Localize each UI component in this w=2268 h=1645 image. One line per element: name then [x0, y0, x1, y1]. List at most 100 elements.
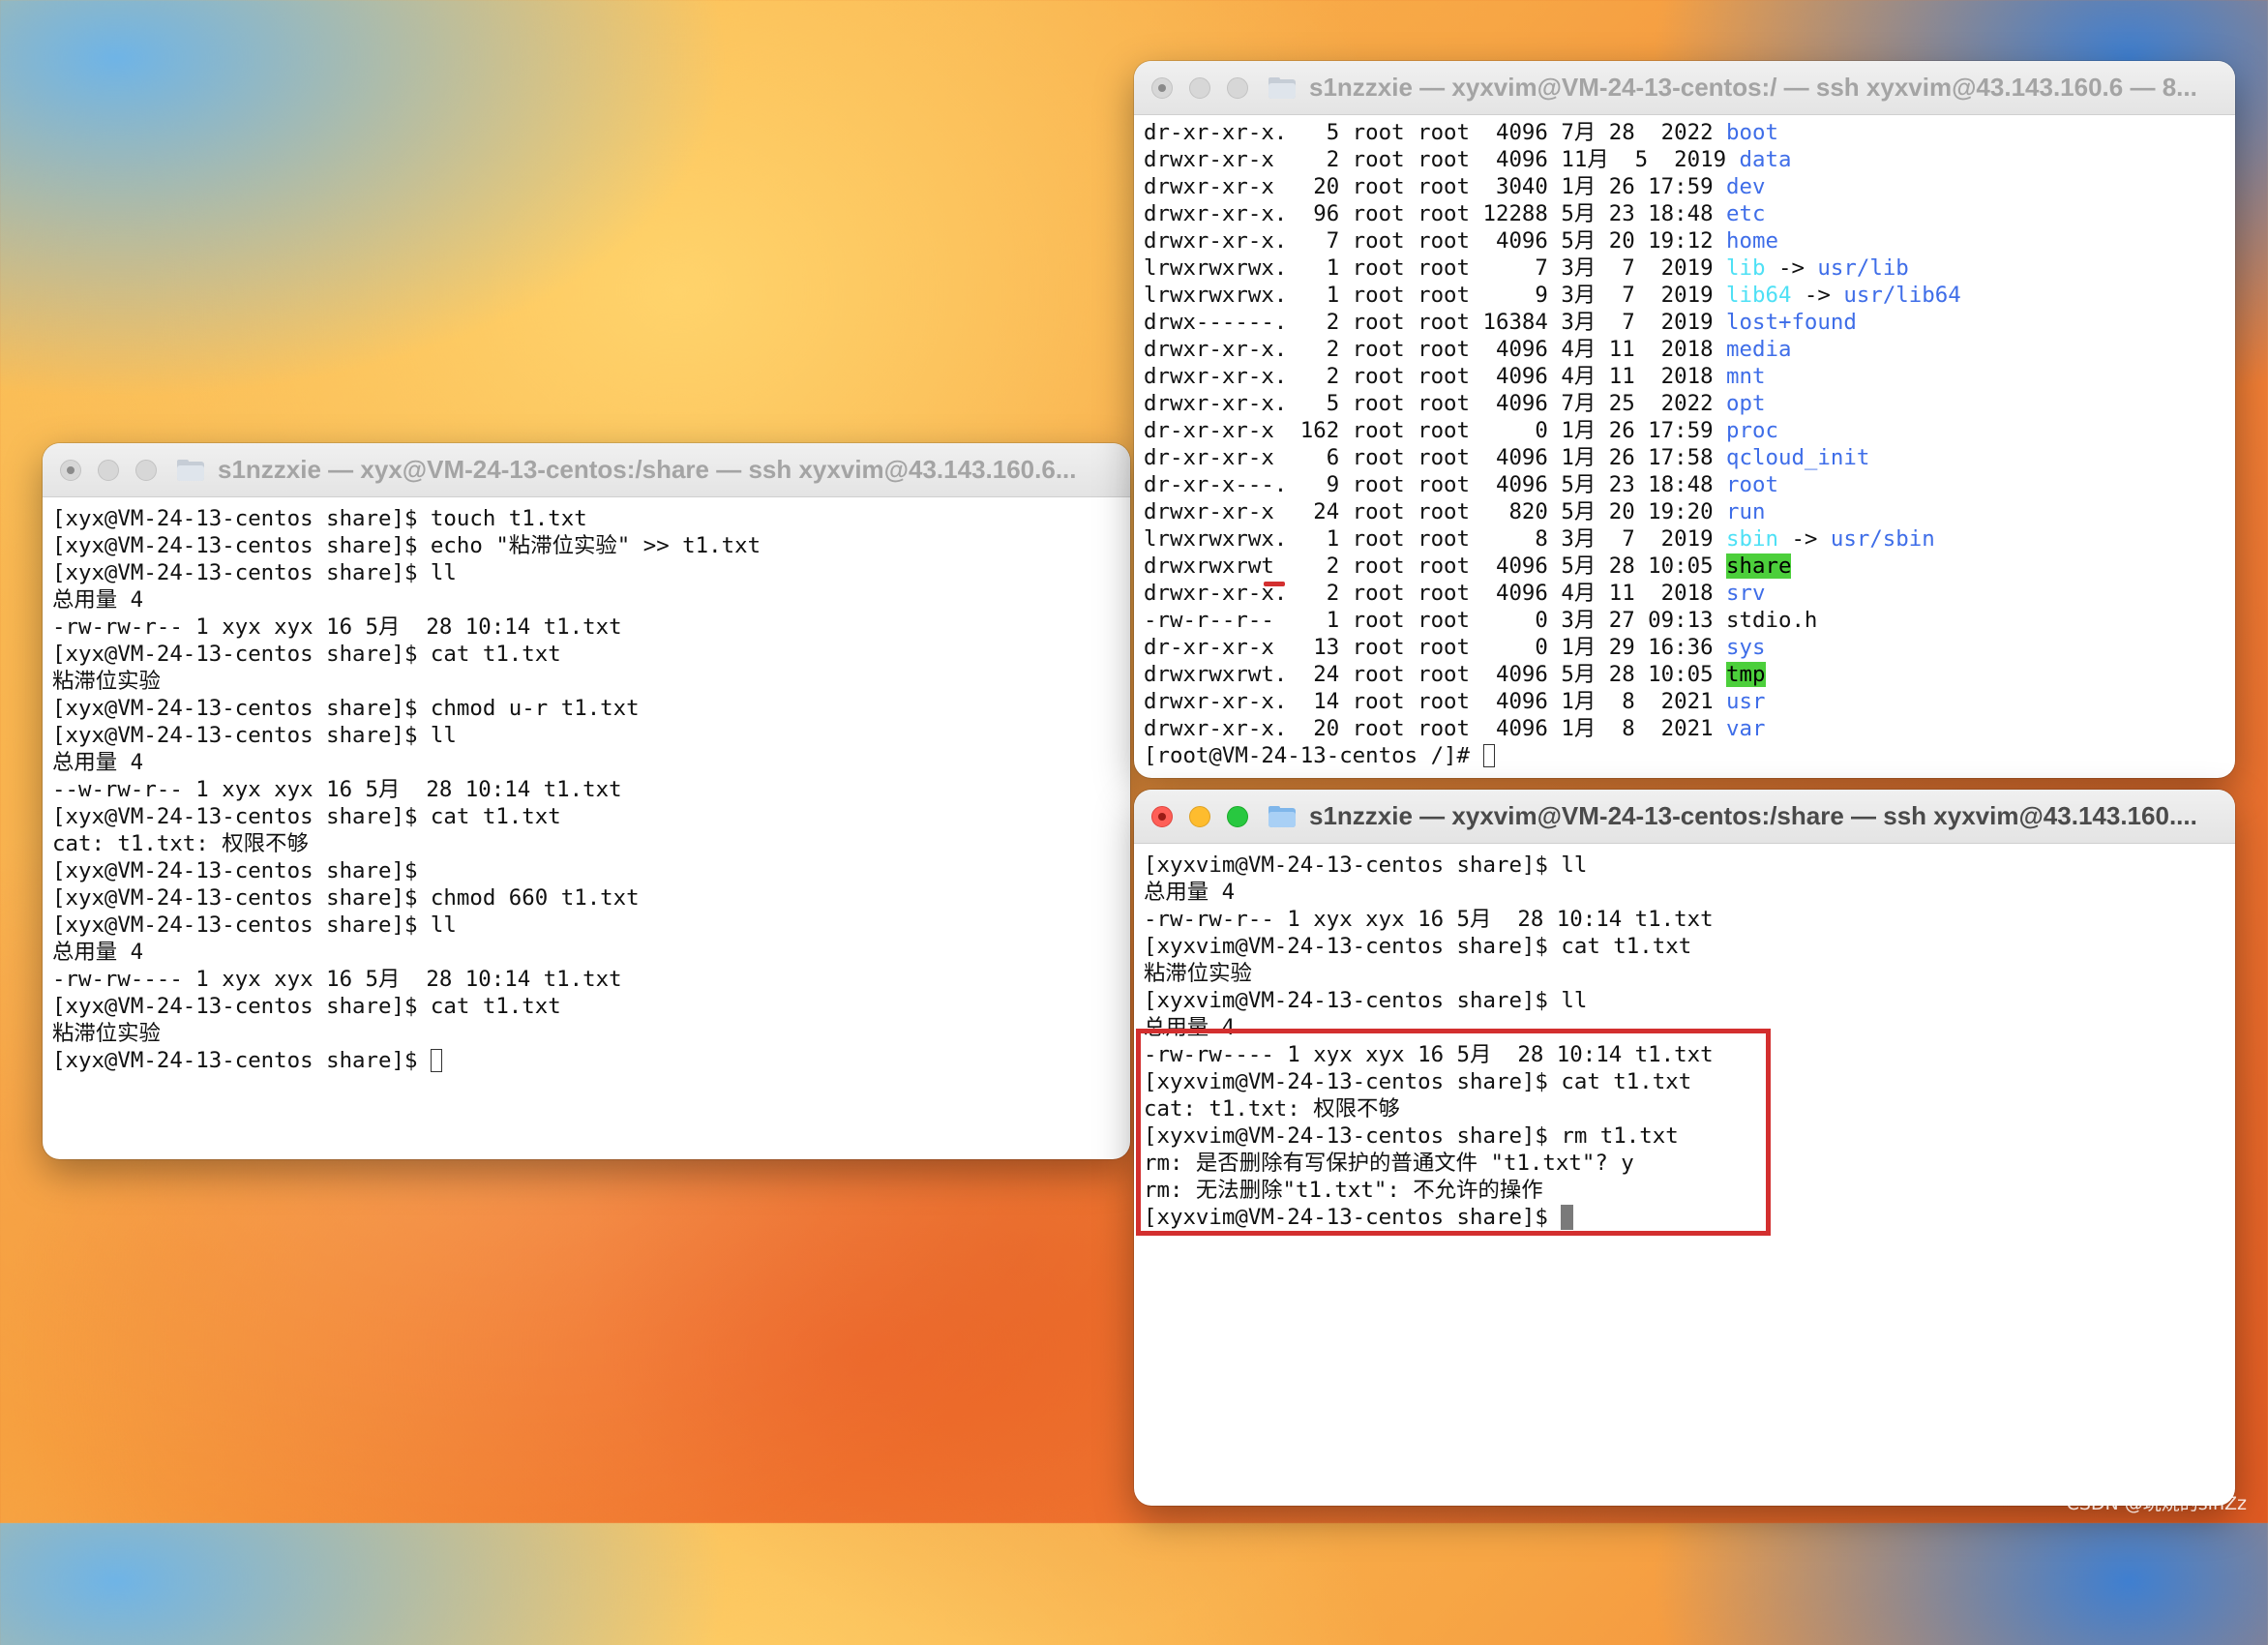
terminal-line: [xyx@VM-24-13-centos share]$ ll [52, 912, 457, 938]
terminal-line: -rw-rw-r-- 1 xyx xyx 16 5月 28 10:14 t1.t… [1144, 907, 1714, 932]
file-name: home [1726, 228, 1778, 254]
file-entry: dr-xr-xr-x. 5 root root 4096 7月 28 2022 … [1144, 119, 2235, 146]
file-metadata: drwxr-xr-x. 20 root root 4096 1月 8 2021 [1144, 716, 1727, 741]
window-title: s1nzzxie — xyxvim@VM-24-13-centos:/share… [1309, 801, 2197, 830]
file-metadata: drwxrwxrwt. 24 root root 4096 5月 28 10:0… [1144, 662, 1727, 687]
folder-icon [177, 459, 204, 481]
terminal-window-left[interactable]: s1nzzxie — xyx@VM-24-13-centos:/share — … [43, 443, 1130, 1159]
file-entry: drwxr-xr-x 24 root root 820 5月 20 19:20 … [1144, 498, 2235, 525]
file-entry: drwxr-xr-x 20 root root 3040 1月 26 17:59… [1144, 173, 2235, 200]
file-metadata: drwx------. 2 root root 16384 3月 7 2019 [1144, 310, 1727, 335]
titlebar[interactable]: s1nzzxie — xyx@VM-24-13-centos:/share — … [43, 443, 1130, 497]
file-name: srv [1726, 581, 1766, 606]
terminal-line: -rw-rw---- 1 xyx xyx 16 5月 28 10:14 t1.t… [52, 967, 622, 992]
file-metadata: dr-xr-xr-x 13 root root 0 1月 29 16:36 [1144, 635, 1727, 660]
file-metadata: dr-xr-x---. 9 root root 4096 5月 23 18:48 [1144, 472, 1727, 497]
file-entry: dr-xr-xr-x 162 root root 0 1月 26 17:59 p… [1144, 417, 2235, 444]
terminal-window-xyxvim[interactable]: s1nzzxie — xyxvim@VM-24-13-centos:/share… [1134, 790, 2235, 1506]
close-button[interactable] [1151, 76, 1173, 99]
terminal-line: --w-rw-r-- 1 xyx xyx 16 5月 28 10:14 t1.t… [52, 777, 622, 802]
zoom-button[interactable] [1227, 76, 1248, 99]
file-metadata: drwxr-xr-x 24 root root 820 5月 20 19:20 [1144, 499, 1727, 524]
terminal-output[interactable]: dr-xr-xr-x. 5 root root 4096 7月 28 2022 … [1134, 115, 2235, 769]
file-metadata: drwxr-xr-x. 96 root root 12288 5月 23 18:… [1144, 201, 1727, 226]
file-name: mnt [1726, 364, 1766, 389]
file-name: opt [1726, 391, 1766, 416]
close-button[interactable] [1151, 805, 1173, 827]
prompt-line[interactable]: [xyx@VM-24-13-centos share]$ [52, 1047, 1130, 1074]
terminal-line: [xyx@VM-24-13-centos share]$ chmod u-r t… [52, 696, 640, 721]
file-metadata: dr-xr-xr-x 6 root root 4096 1月 26 17:58 [1144, 445, 1727, 470]
shell-prompt: [root@VM-24-13-centos /]# [1144, 743, 1483, 768]
file-entry: drwxr-xr-x. 96 root root 12288 5月 23 18:… [1144, 200, 2235, 227]
terminal-line: [xyx@VM-24-13-centos share]$ [52, 858, 418, 883]
file-metadata: drwxr-xr-x. 14 root root 4096 1月 8 2021 [1144, 689, 1727, 714]
file-entry: drwxrwxrwt. 24 root root 4096 5月 28 10:0… [1144, 661, 2235, 688]
close-button[interactable] [60, 459, 81, 481]
file-name: dev [1726, 174, 1766, 199]
file-name: data [1739, 147, 1792, 172]
file-metadata: drwxr-xr-x 20 root root 3040 1月 26 17:59 [1144, 174, 1727, 199]
file-metadata: -rw-r--r-- 1 root root 0 3月 27 09:13 [1144, 608, 1727, 633]
file-entry: drwxr-xr-x. 2 root root 4096 4月 11 2018 … [1144, 580, 2235, 607]
file-metadata: lrwxrwxrwx. 1 root root 7 3月 7 2019 [1144, 255, 1727, 281]
link-target: usr/lib [1817, 255, 1909, 281]
terminal-line: [xyx@VM-24-13-centos share]$ ll [52, 723, 457, 748]
titlebar[interactable]: s1nzzxie — xyxvim@VM-24-13-centos:/share… [1134, 790, 2235, 844]
link-arrow: -> [1791, 283, 1844, 308]
file-name: proc [1726, 418, 1778, 443]
file-entry: dr-xr-x---. 9 root root 4096 5月 23 18:48… [1144, 471, 2235, 498]
folder-icon [1268, 76, 1296, 99]
minimize-button[interactable] [98, 459, 119, 481]
terminal-line: [xyx@VM-24-13-centos share]$ cat t1.txt [52, 994, 561, 1019]
minimize-button[interactable] [1189, 76, 1210, 99]
file-entry: -rw-r--r-- 1 root root 0 3月 27 09:13 std… [1144, 607, 2235, 634]
file-entry: drwxr-xr-x. 14 root root 4096 1月 8 2021 … [1144, 688, 2235, 715]
terminal-line: -rw-rw-r-- 1 xyx xyx 16 5月 28 10:14 t1.t… [52, 614, 622, 640]
file-name: sbin [1726, 526, 1778, 552]
zoom-button[interactable] [135, 459, 157, 481]
text-cursor [430, 1049, 442, 1072]
file-name: media [1726, 337, 1792, 362]
link-arrow: -> [1777, 526, 1831, 552]
file-name: lib [1726, 255, 1766, 281]
text-cursor [1482, 744, 1495, 767]
file-metadata: lrwxrwxrwx. 1 root root 8 3月 7 2019 [1144, 526, 1727, 552]
titlebar[interactable]: s1nzzxie — xyxvim@VM-24-13-centos:/ — ss… [1134, 61, 2235, 115]
folder-icon [1268, 805, 1296, 827]
file-entry: lrwxrwxrwx. 1 root root 8 3月 7 2019 sbin… [1144, 525, 2235, 553]
sticky-bit-annotation [1264, 582, 1285, 586]
minimize-button[interactable] [1189, 805, 1210, 827]
file-name: root [1726, 472, 1778, 497]
terminal-line: [xyx@VM-24-13-centos share]$ touch t1.tx… [52, 506, 587, 531]
file-entry: drwxrwxrwt 2 root root 4096 5月 28 10:05 … [1144, 553, 2235, 580]
terminal-line: 总用量 4 [52, 587, 144, 613]
link-target: usr/sbin [1830, 526, 1935, 552]
terminal-line: 粘滞位实验 [52, 669, 161, 694]
file-name: var [1726, 716, 1766, 741]
terminal-window-root[interactable]: s1nzzxie — xyxvim@VM-24-13-centos:/ — ss… [1134, 61, 2235, 778]
file-metadata: drwxr-xr-x. 5 root root 4096 7月 25 2022 [1144, 391, 1727, 416]
file-name: stdio.h [1726, 608, 1818, 633]
zoom-button[interactable] [1227, 805, 1248, 827]
file-metadata: dr-xr-xr-x. 5 root root 4096 7月 28 2022 [1144, 120, 1727, 145]
terminal-line: cat: t1.txt: 权限不够 [52, 831, 309, 856]
file-entry: drwxr-xr-x. 20 root root 4096 1月 8 2021 … [1144, 715, 2235, 742]
prompt-line[interactable]: [root@VM-24-13-centos /]# [1144, 742, 2235, 769]
terminal-output[interactable]: [xyx@VM-24-13-centos share]$ touch t1.tx… [43, 497, 1130, 1074]
file-metadata: drwxrwxrwt 2 root root 4096 5月 28 10:05 [1144, 553, 1727, 579]
file-name: etc [1726, 201, 1766, 226]
terminal-line: [xyx@VM-24-13-centos share]$ cat t1.txt [52, 642, 561, 667]
file-name: sys [1726, 635, 1766, 660]
file-entry: drwxr-xr-x 2 root root 4096 11月 5 2019 d… [1144, 146, 2235, 173]
terminal-line: [xyxvim@VM-24-13-centos share]$ ll [1144, 988, 1588, 1013]
file-metadata: drwxr-xr-x 2 root root 4096 11月 5 2019 [1144, 147, 1740, 172]
terminal-line: [xyx@VM-24-13-centos share]$ ll [52, 560, 457, 585]
terminal-line: 总用量 4 [52, 750, 144, 775]
file-entry: lrwxrwxrwx. 1 root root 9 3月 7 2019 lib6… [1144, 282, 2235, 309]
terminal-line: [xyx@VM-24-13-centos share]$ echo "粘滞位实验… [52, 533, 761, 558]
link-arrow: -> [1765, 255, 1818, 281]
file-name: lib64 [1726, 283, 1792, 308]
window-title: s1nzzxie — xyxvim@VM-24-13-centos:/ — ss… [1309, 73, 2197, 102]
file-metadata: drwxr-xr-x. 7 root root 4096 5月 20 19:12 [1144, 228, 1727, 254]
